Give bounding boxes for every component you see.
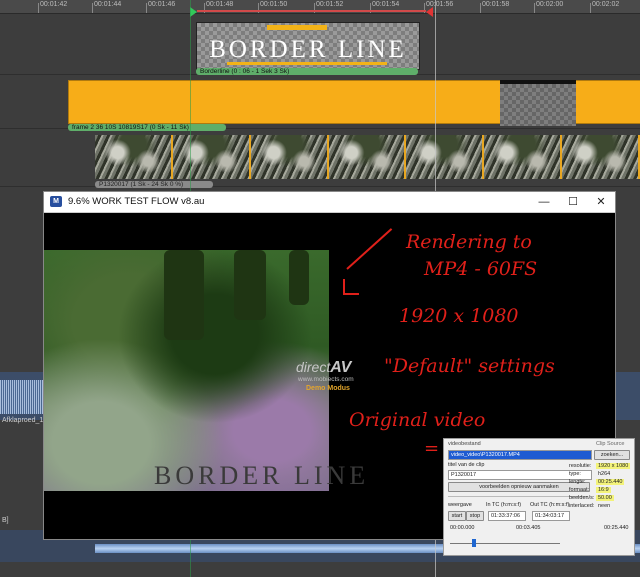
clip-source-label: Clip Source (596, 441, 625, 447)
audio-waveform (0, 380, 45, 414)
app-icon: M (50, 196, 62, 207)
annotation-arrow-head (343, 279, 359, 295)
out-point-marker[interactable] (426, 7, 433, 17)
video-thumbnail (562, 135, 640, 179)
out-timecode-field[interactable]: 01:34:03:17 (532, 511, 570, 521)
video-thumbnail (406, 135, 485, 179)
watermark-brand-suffix: AV (330, 359, 352, 376)
info-label-resolution: resolutie: (569, 463, 592, 469)
ruler-tick: 00:01:50 (257, 1, 288, 13)
tree-trunk (234, 250, 266, 320)
tree-trunk (289, 250, 309, 305)
in-point-marker[interactable] (190, 7, 197, 17)
clip-properties-panel[interactable]: videobestand Clip Source video_video\P13… (443, 438, 635, 556)
info-value-interlaced: neen (598, 503, 611, 509)
out-tc-label: Out TC (h:m:s:f) (530, 502, 570, 508)
color-clip-label[interactable]: frame 2 36 10S 10819S17 (0 Sk - 11 Sk) (68, 124, 226, 131)
title-gold-underline (227, 62, 387, 65)
position-current: 00:03.405 (516, 525, 541, 531)
ruler-tick: 00:01:42 (37, 1, 68, 13)
watermark-url: www.mobiects.com (298, 376, 354, 383)
position-slider-track[interactable] (450, 543, 560, 544)
title-clip-text: BORDER LINE (209, 36, 407, 63)
file-path-value: video_video\P1320017.MP4 (451, 452, 520, 458)
window-titlebar[interactable]: M 9.6% WORK TEST FLOW v8.au — ☐ ✕ (44, 192, 615, 213)
title-clip-label[interactable]: Borderline (0 : 06 - 1 Sek 3 Sk) (196, 68, 418, 75)
info-label-type: type: (569, 471, 581, 477)
ruler-tick: 00:01:58 (479, 1, 510, 13)
video-clip-label[interactable]: P1320017 (1 Sk - 24 Sk 0 %) (95, 181, 213, 188)
position-start: 00:00.000 (450, 525, 475, 531)
annotation-resolution: 1920 x 1080 (399, 305, 519, 327)
in-timecode-field[interactable]: 01:33:37:06 (488, 511, 526, 521)
annotation-equals: = (424, 438, 440, 459)
loop-range-bar[interactable] (197, 10, 426, 12)
playback-label: weergave (448, 502, 472, 508)
info-value-type: h264 (598, 471, 611, 477)
demo-mode-label: Demo Modus (306, 385, 350, 392)
video-clip[interactable] (95, 135, 640, 179)
watermark-brand-text: direct (296, 359, 331, 375)
ruler-tick: 00:01:48 (203, 1, 234, 13)
info-value-fps: 50.00 (596, 495, 614, 501)
start-button[interactable]: start (448, 511, 466, 521)
file-section-label: videobestand (448, 441, 481, 447)
audio-clip-label[interactable]: Afklaproed_1 (2, 417, 43, 424)
ruler-tick: 00:01:52 (313, 1, 344, 13)
ruler-tick: 00:01:54 (369, 1, 400, 13)
transparent-gap (500, 80, 576, 126)
info-value-length: 00:25.440 (596, 479, 625, 485)
browse-button[interactable]: zoeken... (594, 450, 630, 460)
video-frame (44, 250, 329, 491)
panel-divider (448, 496, 588, 497)
video-thumbnail (328, 135, 407, 179)
annotation-original: Original video (349, 409, 486, 431)
info-value-resolution: 1920 x 1080 (596, 463, 631, 469)
track-tag: B] (2, 517, 9, 524)
watermark-brand: directAV (296, 359, 351, 377)
video-thumbnail (484, 135, 563, 179)
close-button[interactable]: ✕ (587, 192, 615, 212)
tree-trunk (164, 250, 204, 340)
info-label-fps: beelden/s: (569, 495, 595, 501)
info-value-format: 16:9 (596, 487, 611, 493)
ghost-title-overlay: BORDER LINE (154, 461, 370, 490)
title-gold-bar (267, 25, 327, 30)
info-label-format: formaat: (569, 487, 590, 493)
in-tc-label: In TC (h:m:s:f) (486, 502, 522, 508)
ruler-tick: 00:02:00 (533, 1, 564, 13)
clip-title-label: titel van de clip (448, 462, 485, 468)
video-thumbnail (250, 135, 329, 179)
position-slider-thumb[interactable] (472, 539, 476, 547)
file-path-field[interactable]: video_video\P1320017.MP4 (448, 450, 592, 460)
ruler-tick: 00:01:46 (145, 1, 176, 13)
ruler-tick: 00:01:44 (91, 1, 122, 13)
maximize-button[interactable]: ☐ (559, 192, 587, 212)
annotation-rendering: Rendering to (406, 231, 532, 253)
window-title: 9.6% WORK TEST FLOW v8.au (68, 196, 205, 207)
annotation-settings: "Default" settings (384, 355, 555, 377)
stop-button[interactable]: stop (466, 511, 484, 521)
info-label-interlaced: interlaced: (569, 503, 595, 509)
ruler-tick: 00:02:02 (589, 1, 620, 13)
annotation-arrow (346, 228, 393, 270)
annotation-format: MP4 - 60FS (424, 258, 538, 280)
video-thumbnail (172, 135, 251, 179)
position-end: 00:25.440 (604, 525, 629, 531)
info-label-length: lengte: (569, 479, 586, 485)
title-clip[interactable]: BORDER LINE (196, 22, 420, 70)
minimize-button[interactable]: — (530, 192, 558, 212)
video-thumbnail (95, 135, 173, 179)
